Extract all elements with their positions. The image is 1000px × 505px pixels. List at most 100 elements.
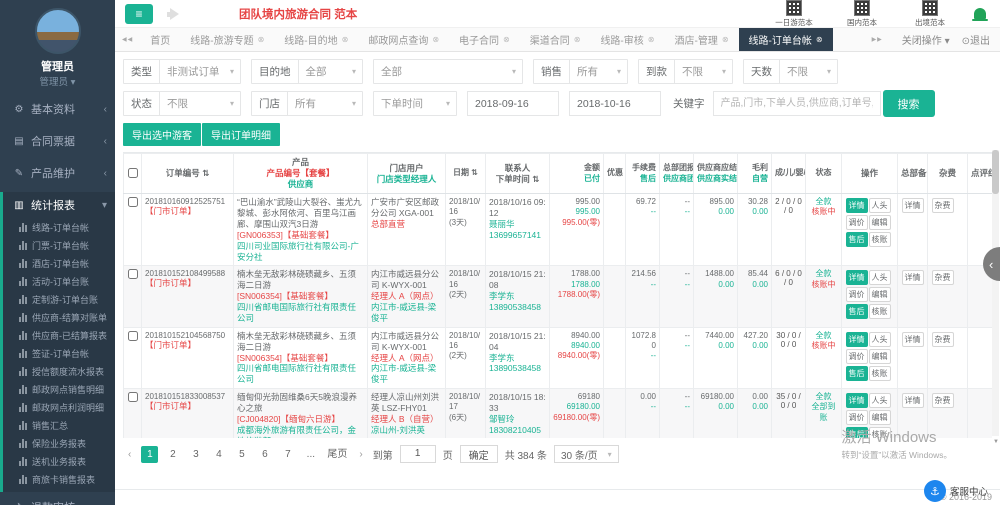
tab-close-icon[interactable]: ⊗ — [574, 35, 581, 44]
column-header[interactable]: 优惠 — [604, 154, 626, 194]
row-action-button[interactable]: 售后 — [846, 366, 868, 381]
tab[interactable]: 线路-目的地 ⊗ — [274, 28, 358, 51]
goto-page-input[interactable]: 1 — [400, 445, 436, 463]
page-number[interactable]: 4 — [210, 446, 227, 463]
misc-fee-button[interactable]: 杂费 — [932, 332, 954, 347]
row-action-button[interactable]: 编辑 — [869, 215, 891, 230]
prev-page-icon[interactable]: ‹ — [125, 449, 134, 460]
sidebar-subitem[interactable]: 商旅卡销售报表 — [3, 470, 115, 488]
filter-select[interactable]: 到款 不限 ▾ — [638, 59, 733, 84]
column-header[interactable]: 订单编号 ⇅ — [142, 154, 234, 194]
row-action-button[interactable]: 核账 — [869, 232, 891, 247]
sidebar-subitem[interactable]: 授信额度流水报表 — [3, 362, 115, 380]
sidebar-section[interactable]: ▤ 合同票据 ‹ — [3, 128, 115, 154]
scrollbar-thumb[interactable] — [992, 150, 999, 194]
row-checkbox[interactable] — [128, 197, 138, 207]
hq-note-button[interactable]: 详情 — [902, 198, 924, 213]
export-order-details-button[interactable]: 导出订单明细 — [202, 123, 280, 146]
row-action-button[interactable]: 调价 — [846, 215, 868, 230]
row-action-button[interactable]: 售后 — [846, 232, 868, 247]
sidebar-subitem[interactable]: 定制游-订单台账 — [3, 290, 115, 308]
misc-fee-button[interactable]: 杂费 — [932, 393, 954, 408]
sidebar-subitem[interactable]: 供应商-结算对账单 — [3, 308, 115, 326]
misc-fee-button[interactable]: 杂费 — [932, 270, 954, 285]
tab-close-icon[interactable]: ⊗ — [432, 35, 439, 44]
sidebar-section[interactable]: ✈ 退款审核 ‹ — [3, 494, 115, 505]
row-action-button[interactable]: 人头 — [869, 198, 891, 213]
avatar[interactable] — [35, 8, 81, 54]
column-header[interactable]: 总部团报供应商团报 — [660, 154, 694, 194]
row-action-button[interactable]: 详情 — [846, 270, 868, 285]
sidebar-subitem[interactable]: 酒店-订单台帐 — [3, 254, 115, 272]
page-number[interactable]: 5 — [233, 446, 250, 463]
column-header[interactable]: 操作 — [842, 154, 898, 194]
row-action-button[interactable]: 核账 — [869, 366, 891, 381]
tab-close-icon[interactable]: ⊗ — [722, 35, 729, 44]
sidebar-subitem[interactable]: 保险业务报表 — [3, 434, 115, 452]
hq-note-button[interactable]: 详情 — [902, 393, 924, 408]
sidebar-section[interactable]: ✎ 产品维护 ‹ — [3, 160, 115, 186]
vertical-scrollbar[interactable]: ▼ — [992, 150, 999, 436]
tab[interactable]: 线路-订单台帐 ⊗ — [739, 28, 833, 51]
select-all-checkbox[interactable] — [128, 168, 138, 178]
tab-close-icon[interactable]: ⊗ — [342, 35, 349, 44]
date-from-input[interactable] — [467, 91, 559, 116]
sidebar-subitem[interactable]: 活动-订单台账 — [3, 272, 115, 290]
hq-note-button[interactable]: 详情 — [902, 270, 924, 285]
page-number[interactable]: 1 — [141, 446, 158, 463]
page-number[interactable]: 尾页 — [325, 446, 349, 463]
tab[interactable]: 酒店-管理 ⊗ — [664, 28, 738, 51]
column-header[interactable]: 门店用户门店类型经理人 — [368, 154, 446, 194]
logout-button[interactable]: ⊙退出 — [962, 32, 990, 47]
hamburger-menu-button[interactable]: ≡ — [125, 4, 153, 24]
sidebar-subitem[interactable]: 送机业务报表 — [3, 452, 115, 470]
export-selected-guests-button[interactable]: 导出选中游客 — [123, 123, 201, 146]
sidebar-subitem[interactable]: 邮政网点利润明细 — [3, 398, 115, 416]
tab[interactable]: 线路-旅游专题 ⊗ — [180, 28, 274, 51]
sidebar-subitem[interactable]: 供应商-已结算报表 — [3, 326, 115, 344]
sidebar-section[interactable]: ▥ 统计报表 ▾ — [3, 192, 115, 218]
tab[interactable]: 邮政网点查询 ⊗ — [358, 28, 449, 51]
close-operations-dropdown[interactable]: 关闭操作 ▾ — [902, 32, 950, 47]
row-action-button[interactable]: 编辑 — [869, 287, 891, 302]
column-header[interactable]: 联系人下单时间 ⇅ — [486, 154, 550, 194]
column-header[interactable]: 金额已付 — [550, 154, 604, 194]
customer-service-widget[interactable]: ⚓ 客服中心 — [924, 480, 988, 502]
filter-select[interactable]: 全部 ▾ — [373, 59, 523, 84]
row-checkbox[interactable] — [128, 331, 138, 341]
row-action-button[interactable]: 人头 — [869, 393, 891, 408]
column-header[interactable]: 毛利自营 — [738, 154, 772, 194]
tab-close-icon[interactable]: ⊗ — [258, 35, 265, 44]
page-number[interactable]: 7 — [279, 446, 296, 463]
per-page-select[interactable]: 30 条/页 ▾ — [554, 445, 619, 463]
row-action-button[interactable]: 人头 — [869, 332, 891, 347]
misc-fee-button[interactable]: 杂费 — [932, 198, 954, 213]
search-button[interactable]: 搜索 — [883, 90, 935, 117]
page-number[interactable]: ... — [302, 446, 319, 463]
sidebar-section[interactable]: ⚙ 基本资料 ‹ — [3, 96, 115, 122]
row-action-button[interactable]: 详情 — [846, 393, 868, 408]
tabs-scroll-left-icon[interactable]: ◀◀ — [115, 28, 140, 51]
sidebar-subitem[interactable]: 签证-订单台帐 — [3, 344, 115, 362]
row-action-button[interactable]: 编辑 — [869, 410, 891, 425]
filter-select[interactable]: 销售 所有 ▾ — [533, 59, 628, 84]
status-filter-select[interactable]: 状态 不限 ▾ — [123, 91, 241, 116]
date-to-input[interactable] — [569, 91, 661, 116]
filter-select[interactable]: 类型 非测试订单 ▾ — [123, 59, 241, 84]
column-header[interactable]: 状态 — [806, 154, 842, 194]
user-role-dropdown[interactable]: 管理员 ▾ — [0, 74, 115, 88]
store-filter-select[interactable]: 门店 所有 ▾ — [251, 91, 363, 116]
scrollbar-down-icon[interactable]: ▼ — [993, 439, 999, 445]
tab-close-icon[interactable]: ⊗ — [503, 35, 510, 44]
row-checkbox[interactable] — [128, 392, 138, 402]
page-number[interactable]: 3 — [187, 446, 204, 463]
sidebar-subitem[interactable]: 线路-订单台帐 — [3, 218, 115, 236]
sidebar-subitem[interactable]: 门票-订单台帐 — [3, 236, 115, 254]
column-header[interactable]: 产品产品编号【套餐】供应商 — [234, 154, 368, 194]
notification-bell-icon[interactable] — [974, 8, 986, 19]
sidebar-subitem[interactable]: 销售汇总 — [3, 416, 115, 434]
tabs-scroll-right-icon[interactable]: ▶▶ — [865, 36, 890, 43]
column-header[interactable]: 日期 ⇅ — [446, 154, 486, 194]
filter-select[interactable]: 目的地 全部 ▾ — [251, 59, 363, 84]
tab[interactable]: 渠道合同 ⊗ — [520, 28, 591, 51]
